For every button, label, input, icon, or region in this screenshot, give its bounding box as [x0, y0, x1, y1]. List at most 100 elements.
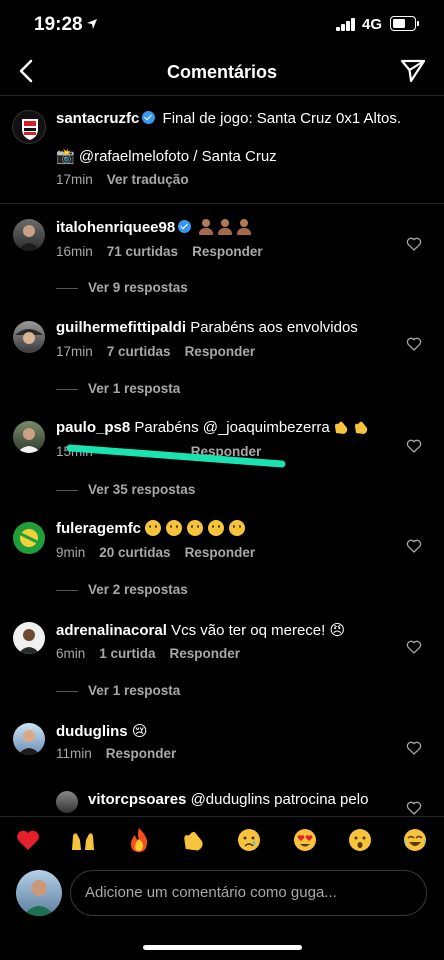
person-emoji-icon [217, 219, 233, 235]
avatar[interactable] [13, 522, 45, 554]
heart-icon[interactable] [406, 236, 422, 252]
emoji-fire-button[interactable] [124, 825, 154, 855]
avatar[interactable] [12, 110, 46, 144]
comment-line: adrenalinacoral Vcs vão ter oq merece! 😠 [56, 621, 345, 639]
comment-item: adrenalinacoral Vcs vão ter oq merece! 😠… [0, 619, 444, 719]
status-bar: 19:28 4G [0, 0, 444, 48]
reply-button[interactable]: Responder [106, 746, 177, 761]
comment-item: guilhermefittipaldi Parabéns aos envolvi… [0, 316, 444, 416]
emoji-laughing-button[interactable] [400, 825, 430, 855]
face-emoji-icon [166, 520, 183, 536]
battery-tip [417, 21, 419, 26]
likes-count[interactable]: 1 curtida [99, 646, 155, 661]
comment-composer: Adicione um comentário como guga... [0, 866, 444, 922]
comment-meta: 11min Responder [56, 746, 176, 761]
avatar[interactable] [13, 219, 45, 251]
comment-username[interactable]: fuleragemfc [56, 520, 141, 537]
emoji-clap-button[interactable] [179, 825, 209, 855]
emoji-raised-hands-button[interactable] [68, 825, 98, 855]
reply-username[interactable]: vitorcpsoares [88, 791, 186, 808]
heart-icon[interactable] [406, 800, 422, 816]
comment-meta: 6min 1 curtida Responder [56, 646, 240, 661]
battery-level [393, 19, 405, 28]
comment-username[interactable]: guilhermefittipaldi [56, 319, 186, 336]
heart-icon[interactable] [406, 740, 422, 756]
clapping-hands-icon [184, 832, 203, 851]
view-replies-button[interactable]: Ver 1 resposta [56, 683, 180, 698]
red-heart-icon [17, 830, 39, 850]
status-time: 19:28 [34, 14, 83, 35]
face-emoji-icon [208, 520, 225, 536]
heart-icon[interactable] [406, 438, 422, 454]
comment-time: 17min [56, 344, 93, 359]
verified-badge-icon [178, 220, 192, 233]
crying-face-icon [238, 829, 260, 851]
comment-input[interactable]: Adicione um comentário como guga... [70, 870, 427, 916]
emoji-heart-button[interactable] [13, 825, 43, 855]
reply-text: @duduglins patrocina pelo [190, 791, 369, 808]
view-replies-button[interactable]: Ver 1 resposta [56, 381, 180, 396]
heart-icon[interactable] [406, 538, 422, 554]
reply-button[interactable]: Responder [185, 545, 256, 560]
clapping-hands-emoji-icon [354, 421, 367, 434]
comment-line: italohenriquee98 [56, 219, 255, 236]
network-type: 4G [362, 16, 383, 33]
post-caption: santacruzfc Final de jogo: Santa Cruz 0x… [0, 100, 444, 204]
cell-signal-icon [336, 18, 356, 31]
direct-send-icon[interactable] [398, 56, 428, 86]
laughing-tears-icon [404, 829, 426, 851]
face-emoji-icon [229, 520, 246, 536]
view-replies-button[interactable]: Ver 9 respostas [56, 280, 188, 295]
home-indicator [143, 945, 302, 950]
quick-emoji-bar [0, 816, 444, 862]
caption-text: Final de jogo: Santa Cruz 0x1 Altos. [162, 110, 402, 127]
verified-badge-icon [142, 111, 156, 124]
raised-hands-icon [72, 833, 94, 850]
view-replies-button[interactable]: Ver 35 respostas [56, 482, 195, 497]
caption-line: santacruzfc Final de jogo: Santa Cruz 0x… [56, 110, 401, 127]
comment-username[interactable]: duduglins [56, 723, 128, 740]
emoji-heart-eyes-button[interactable] [290, 825, 320, 855]
comment-item: fuleragemfc 9min 20 curtidas Responder Ver… [0, 518, 444, 618]
avatar[interactable] [13, 622, 45, 654]
comment-meta: 16min 71 curtidas Responder [56, 244, 263, 259]
reply-button[interactable]: Responder [170, 646, 241, 661]
face-emoji-icon [145, 520, 162, 536]
heart-eyes-icon [294, 829, 316, 851]
reply-button[interactable]: Responder [192, 244, 263, 259]
emoji-crying-button[interactable] [234, 825, 264, 855]
comment-meta: 17min 7 curtidas Responder [56, 344, 255, 359]
comment-time: 11min [56, 746, 92, 761]
avatar[interactable] [13, 321, 45, 353]
avatar[interactable] [13, 723, 45, 755]
see-translation-link[interactable]: Ver tradução [107, 172, 189, 187]
heart-icon[interactable] [406, 336, 422, 352]
person-emoji-icon [236, 219, 252, 235]
nav-bar: Comentários [0, 50, 444, 96]
comment-line: guilhermefittipaldi Parabéns aos envolvi… [56, 319, 358, 336]
likes-count[interactable]: 20 curtidas [99, 545, 170, 560]
location-arrow-icon [87, 19, 97, 29]
comment-line: fuleragemfc [56, 520, 250, 537]
reply-button[interactable]: Responder [185, 344, 256, 359]
current-user-avatar[interactable] [16, 870, 62, 916]
reply-item: vitorcpsoares @duduglins patrocina pelo [0, 788, 444, 816]
view-replies-button[interactable]: Ver 2 respostas [56, 582, 188, 597]
caption-username[interactable]: santacruzfc [56, 110, 139, 127]
heart-icon[interactable] [406, 639, 422, 655]
face-emoji-icon [187, 520, 204, 536]
avatar[interactable] [56, 791, 78, 813]
likes-count[interactable]: 71 curtidas [107, 244, 178, 259]
avatar[interactable] [13, 421, 45, 453]
comment-text: 😢 [131, 723, 148, 740]
page-title: Comentários [166, 62, 278, 82]
caption-meta: 17min Ver tradução [56, 172, 189, 187]
comment-time: 16min [56, 244, 93, 259]
comment-username[interactable]: italohenriquee98 [56, 219, 175, 236]
reply-line: vitorcpsoares @duduglins patrocina pelo [88, 791, 368, 808]
club-crest-icon [22, 119, 38, 140]
comment-username[interactable]: adrenalinacoral [56, 622, 167, 639]
emoji-surprised-button[interactable] [345, 825, 375, 855]
clapping-hands-emoji-icon [334, 421, 347, 434]
likes-count[interactable]: 7 curtidas [107, 344, 171, 359]
